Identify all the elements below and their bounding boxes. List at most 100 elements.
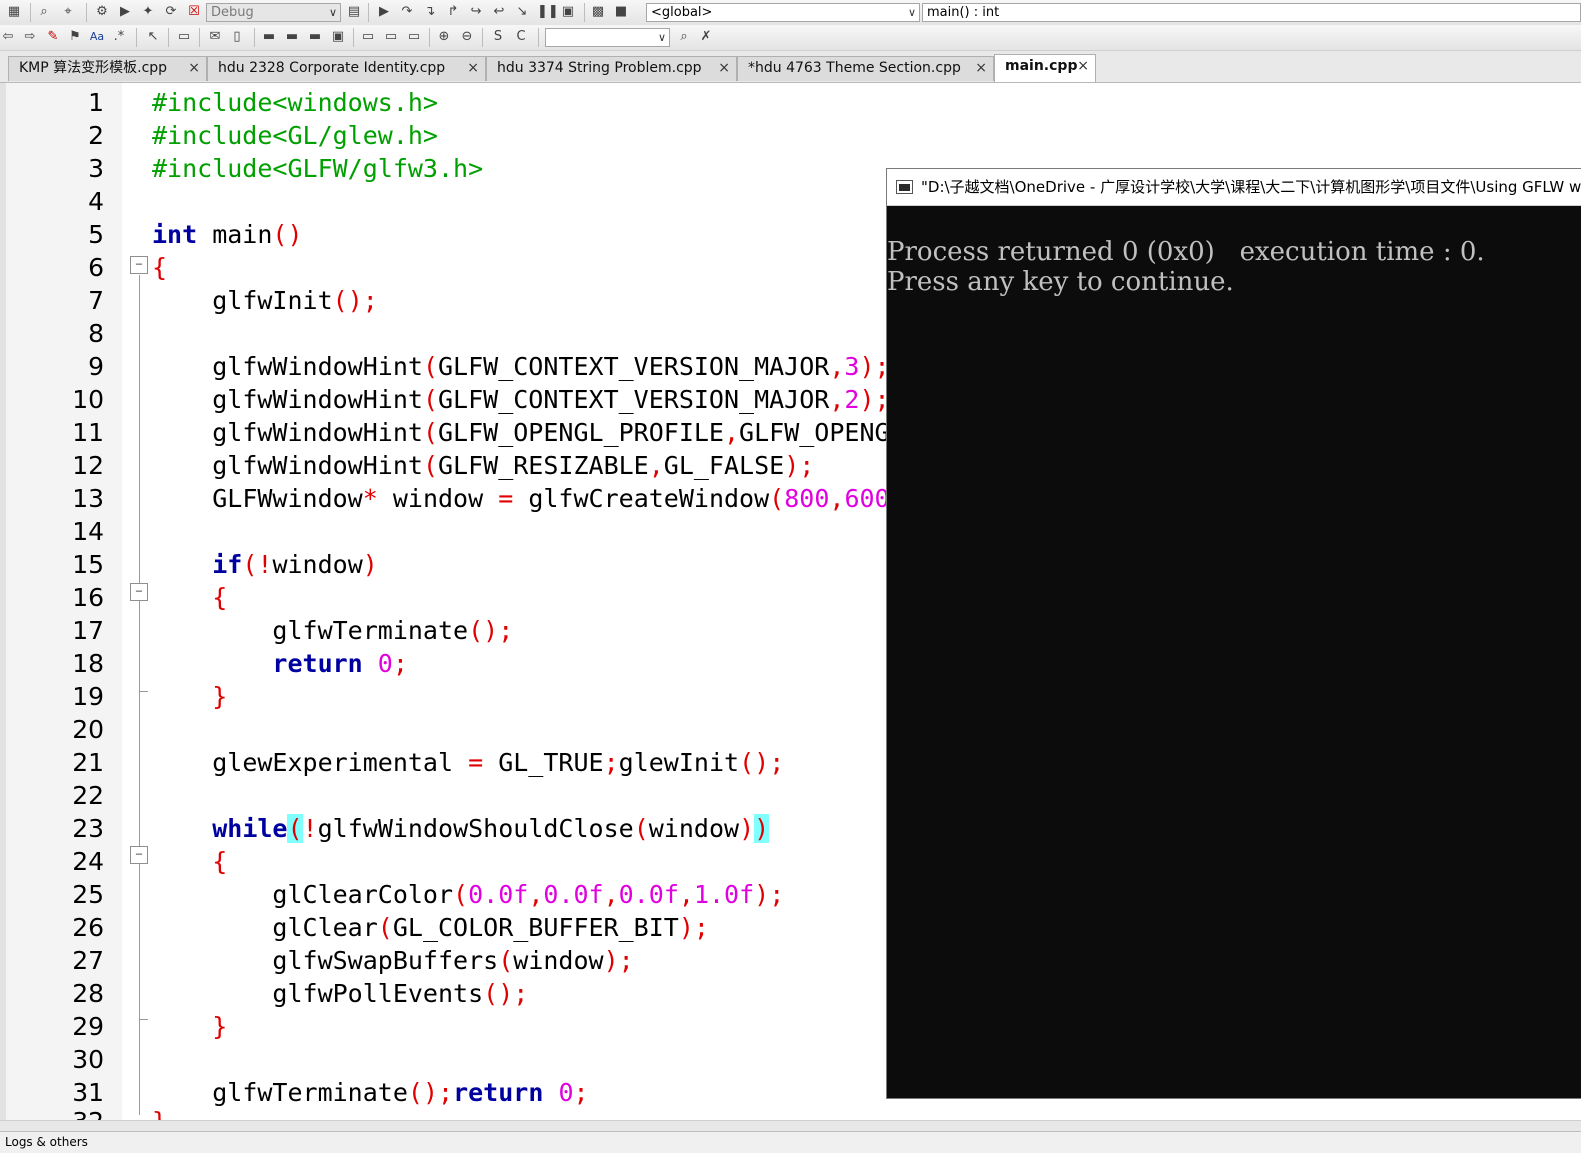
pause-icon[interactable]: ❚❚ [537,4,559,20]
preprocessor: #include<GL/glew.h> [152,121,438,150]
step-instruction-icon[interactable]: ↩ [491,4,507,20]
step-icon[interactable]: ↷ [399,4,415,20]
regex-icon[interactable]: .* [111,29,127,45]
tab-kmp[interactable]: KMP 算法变形模板.cpp × [8,56,207,81]
close-icon[interactable]: × [975,57,987,80]
c-icon[interactable]: C [513,29,529,45]
step-into-icon[interactable]: ↴ [422,4,438,20]
line-number: 8 [88,319,104,348]
line-number: 15 [72,550,104,579]
tab-main-cpp[interactable]: main.cpp × [994,54,1096,82]
fold-toggle-icon[interactable]: − [130,256,148,274]
function-select[interactable]: main() : int [922,3,1581,22]
next-instruction-icon[interactable]: ↪ [468,4,484,20]
preprocessor: #include<windows.h> [152,88,438,117]
operator: ; [769,748,785,777]
bookmark-icon[interactable]: ⚑ [67,29,83,45]
console-titlebar[interactable]: "D:\子越文档\OneDrive - 广厚设计学校\大学\课程\大二下\计算机… [887,169,1581,206]
logs-panel-bar[interactable]: Logs & others [0,1131,1581,1153]
zoom-in-icon[interactable]: ⊕ [436,29,452,45]
debug-continue-icon[interactable]: ▶ [376,4,392,20]
doxygen-icon[interactable]: ✉ [207,29,223,45]
operator: ) [362,550,378,579]
stop-icon[interactable]: ▣ [560,4,576,20]
replace-icon[interactable]: ⌖ [60,4,76,20]
block-icon[interactable]: ▣ [330,29,346,45]
number: 1.0f [693,880,755,909]
back-icon[interactable]: ⇦ [0,29,16,45]
identifier: glewInit [618,748,740,777]
tools-icon[interactable]: ✗ [698,29,714,45]
scope-select[interactable]: <global> ∨ [646,3,920,22]
highlight-icon[interactable]: ✎ [45,29,61,45]
close-icon[interactable]: × [467,57,479,80]
line-number: 32 [6,1105,104,1120]
fold-toggle-icon[interactable]: − [130,583,148,601]
line-number: 18 [72,649,104,678]
line-number: 12 [72,451,104,480]
tab-label: *hdu 4763 Theme Section.cpp [748,60,961,76]
s-icon[interactable]: S [490,29,506,45]
number: 2 [844,385,860,414]
operator: ) [347,286,363,315]
block-icon[interactable]: ▬ [261,29,277,45]
frame-icon[interactable]: ▭ [406,29,422,45]
operator: ( [377,913,393,942]
operator: , [829,484,845,513]
comment-icon[interactable]: ▯ [229,29,245,45]
tab-hdu-3374[interactable]: hdu 3374 String Problem.cpp × [486,56,737,81]
build-target-select[interactable]: Debug ∨ [206,3,341,22]
search-combo[interactable]: ∨ [545,28,670,47]
operator: ) [422,1078,439,1107]
frame-icon[interactable]: ▭ [383,29,399,45]
info-icon[interactable]: ■ [613,4,629,20]
code-line: } [152,1105,167,1120]
identifier: glfwTerminate [272,616,469,645]
fold-toggle-icon[interactable]: − [130,846,148,864]
matched-paren: ) [754,814,770,843]
chevron-down-icon: ∨ [657,31,666,44]
code-line: { [152,581,227,614]
settings-icon[interactable]: ⚙ [94,4,110,20]
search-icon[interactable]: ⌕ [676,29,692,45]
close-icon[interactable]: × [1077,55,1089,78]
find-icon[interactable]: ⌕ [36,4,52,20]
operator: ( [633,814,649,843]
frame-icon[interactable]: ▭ [360,29,376,45]
match-case-icon[interactable]: Aa [89,29,105,45]
window-icon[interactable]: ▤ [346,4,362,20]
rebuild-icon[interactable]: ⟳ [163,4,179,20]
identifier: window [272,550,363,579]
line-number: 9 [88,352,104,381]
block-icon[interactable]: ▬ [307,29,323,45]
operator: ; [573,1078,589,1107]
console-window[interactable]: "D:\子越文档\OneDrive - 广厚设计学校\大学\课程\大二下\计算机… [886,168,1581,1099]
run-to-cursor-icon[interactable]: ↘ [514,4,530,20]
operator: = [498,484,514,513]
block-icon[interactable]: ▬ [284,29,300,45]
tab-hdu-4763[interactable]: *hdu 4763 Theme Section.cpp × [737,56,994,81]
line-number: 21 [72,748,104,777]
tab-hdu-2328[interactable]: hdu 2328 Corporate Identity.cpp × [207,56,486,81]
operator: ( [407,1078,423,1107]
debug-windows-icon[interactable]: ▩ [590,4,606,20]
forward-icon[interactable]: ⇨ [22,29,38,45]
zoom-out-icon[interactable]: ⊖ [459,29,475,45]
operator: ) [784,451,800,480]
select-icon[interactable]: ↖ [145,29,161,45]
operator: ( [453,880,469,909]
code-line: glfwTerminate(); [152,614,513,647]
operator: ( [422,385,438,414]
close-icon[interactable]: × [718,57,730,80]
line-number: 16 [72,583,104,612]
folder-icon[interactable]: ▦ [6,4,22,20]
line-number: 4 [88,187,104,216]
run-icon[interactable]: ▶ [117,4,133,20]
rect-icon[interactable]: ▭ [176,29,192,45]
build-run-icon[interactable]: ✦ [140,4,156,20]
close-icon[interactable]: × [188,57,200,80]
step-out-icon[interactable]: ↱ [445,4,461,20]
tab-label: KMP 算法变形模板.cpp [19,60,168,76]
abort-icon[interactable]: ☒ [186,4,202,20]
operator: ( [739,748,755,777]
